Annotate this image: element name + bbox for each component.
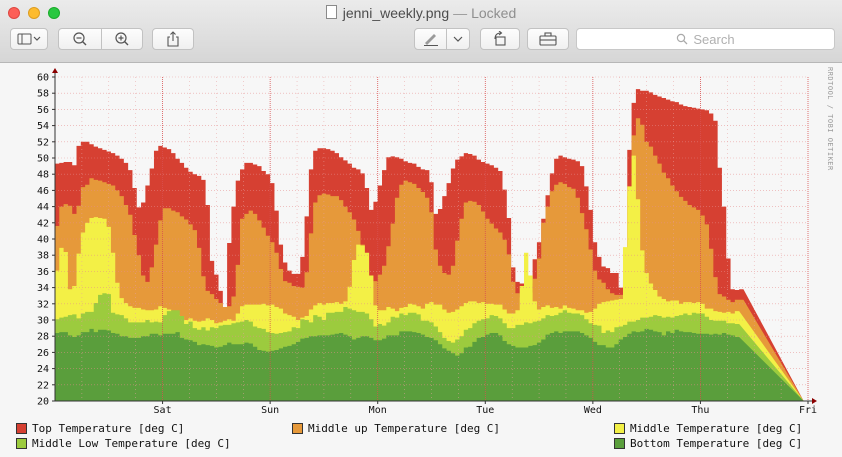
legend-label-bottom: Bottom Temperature [deg C] [630, 437, 803, 450]
y-tick-label: 36 [37, 267, 49, 278]
rotate-icon [494, 31, 506, 46]
legend-swatch-top [16, 423, 27, 434]
x-tick-label: Tue [476, 405, 494, 416]
y-tick-label: 28 [37, 332, 49, 343]
y-tick-label: 40 [37, 235, 49, 246]
zoom-out-icon [73, 32, 87, 46]
search-icon [677, 33, 688, 45]
legend-swatch-middle [614, 423, 625, 434]
y-axis-arrow [52, 68, 58, 73]
legend-label-top: Top Temperature [deg C] [32, 422, 185, 435]
search-placeholder: Search [693, 31, 735, 47]
window-titlebar: jenni_weekly.png — Locked Search [0, 0, 842, 63]
zoom-in-icon [115, 32, 129, 46]
chevron-down-icon [453, 36, 463, 42]
y-tick-label: 48 [37, 170, 49, 181]
y-tick-label: 54 [37, 121, 49, 132]
sidebar-icon [17, 33, 41, 45]
legend-midlow: Middle Low Temperature [deg C] [16, 437, 231, 450]
pen-icon [423, 34, 438, 46]
legend-swatch-midup [292, 423, 303, 434]
legend-top: Top Temperature [deg C] [16, 422, 184, 435]
image-viewport[interactable]: 20 22 24 26 28 30 32 34 36 38 40 42 44 46 48 50 52 54 56 58… [0, 63, 842, 457]
y-tick-label: 32 [37, 299, 49, 310]
rrdtool-credit: RRDTOOL / TOBI OETIKER [826, 67, 834, 171]
y-tick-label: 38 [37, 251, 49, 262]
x-tick-label: Wed [584, 405, 602, 416]
window-title: jenni_weekly.png — Locked [0, 5, 842, 21]
toolbox-button[interactable] [527, 28, 569, 50]
x-tick-label: Sun [261, 405, 279, 416]
legend-swatch-bottom [614, 438, 625, 449]
x-axis-arrow [812, 398, 817, 404]
legend-label-middle: Middle Temperature [deg C] [630, 422, 803, 435]
y-tick-label: 30 [37, 316, 49, 327]
y-tick-label: 22 [37, 380, 49, 391]
x-tick-label: Mon [369, 405, 387, 416]
legend-label-midlow: Middle Low Temperature [deg C] [32, 437, 231, 450]
window-filename: jenni_weekly.png [342, 5, 450, 21]
x-tick-label: Fri [799, 405, 817, 416]
legend-label-midup: Middle up Temperature [deg C] [308, 422, 501, 435]
rotate-button[interactable] [480, 28, 520, 50]
legend-midup: Middle up Temperature [deg C] [292, 422, 500, 435]
locked-status[interactable]: Locked [471, 5, 516, 21]
markup-button[interactable] [414, 28, 447, 50]
y-tick-label: 50 [37, 154, 49, 165]
title-separator: — [453, 5, 468, 21]
area-bottom [55, 328, 804, 401]
y-tick-label: 34 [37, 283, 49, 294]
sidebar-toggle-button[interactable] [10, 28, 48, 50]
y-tick-label: 20 [37, 397, 49, 408]
y-tick-label: 58 [37, 89, 49, 100]
legend-swatch-midlow [16, 438, 27, 449]
y-tick-label: 52 [37, 137, 49, 148]
y-tick-label: 24 [37, 364, 49, 375]
x-tick-label: Sat [154, 405, 172, 416]
temperature-chart: 20 22 24 26 28 30 32 34 36 38 40 42 44 46 48 50 52 54 56 58… [37, 68, 817, 416]
share-icon [167, 31, 179, 47]
legend-middle: Middle Temperature [deg C] [614, 422, 802, 435]
y-tick-label: 46 [37, 186, 49, 197]
zoom-out-button[interactable] [58, 28, 102, 50]
y-tick-label: 26 [37, 348, 49, 359]
search-field[interactable]: Search [576, 28, 835, 50]
zoom-in-button[interactable] [101, 28, 143, 50]
y-tick-label: 56 [37, 105, 49, 116]
share-button[interactable] [152, 28, 194, 50]
document-icon [325, 5, 337, 19]
markup-menu-button[interactable] [446, 28, 470, 50]
y-tick-label: 42 [37, 218, 49, 229]
y-tick-label: 44 [37, 202, 49, 213]
toolbox-icon [539, 32, 557, 46]
y-tick-label: 60 [37, 73, 49, 84]
legend-bottom: Bottom Temperature [deg C] [614, 437, 802, 450]
x-tick-label: Thu [691, 405, 709, 416]
